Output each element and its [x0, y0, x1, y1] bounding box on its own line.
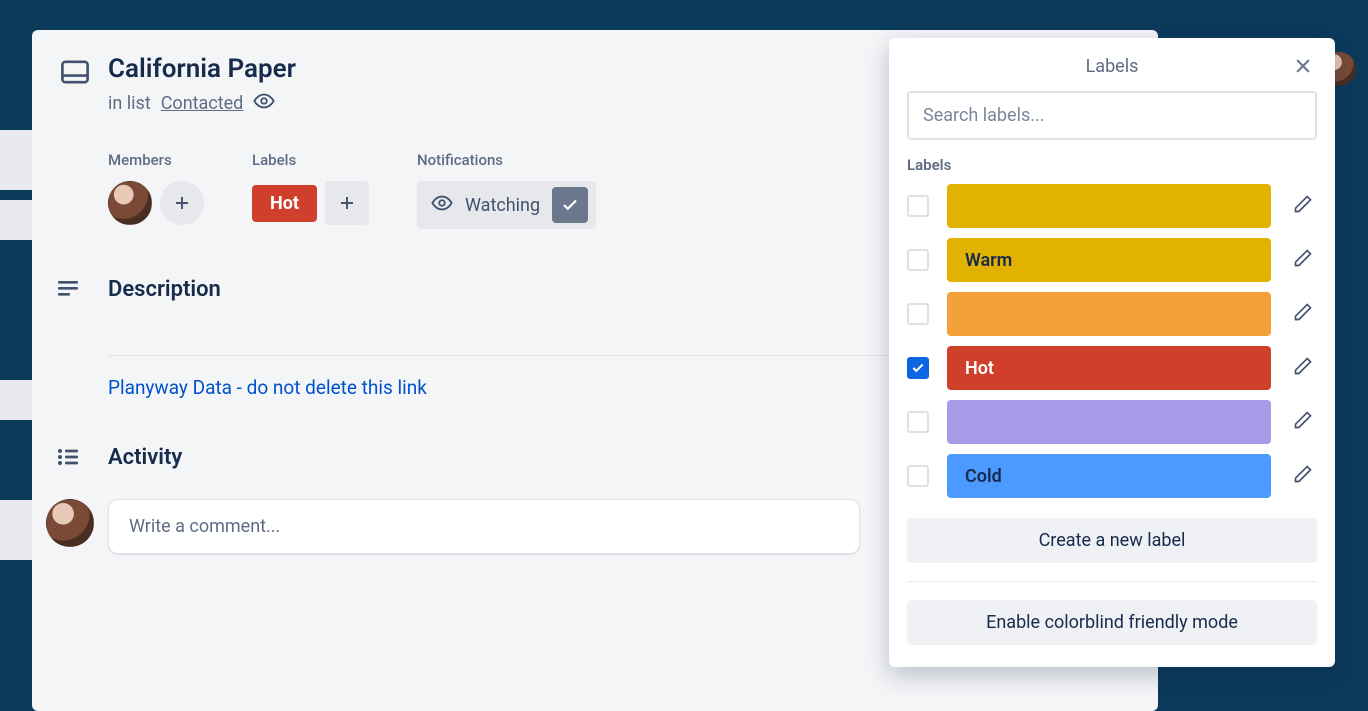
- label-row: [907, 184, 1317, 228]
- labels-section-label: Labels: [907, 156, 1317, 174]
- pencil-icon[interactable]: [1289, 406, 1317, 438]
- card-subtitle: in list Contacted: [108, 90, 296, 117]
- notifications-block: Notifications Watching: [417, 151, 596, 229]
- label-checkbox[interactable]: [907, 465, 929, 487]
- background-strip: [0, 130, 32, 190]
- watching-toggle[interactable]: Watching: [417, 181, 596, 229]
- pencil-icon[interactable]: [1289, 298, 1317, 330]
- member-avatar[interactable]: [108, 181, 152, 225]
- description-heading: Description: [108, 277, 221, 302]
- eye-icon: [431, 192, 453, 219]
- label-chip-hot[interactable]: Hot: [252, 185, 317, 222]
- add-member-button[interactable]: [160, 181, 204, 225]
- background-strip: [0, 500, 32, 560]
- labels-search-input[interactable]: [907, 91, 1317, 140]
- comment-input[interactable]: Write a comment...: [108, 499, 860, 554]
- label-row: [907, 292, 1317, 336]
- pencil-icon[interactable]: [1289, 190, 1317, 222]
- label-color-bar[interactable]: Cold: [947, 454, 1271, 498]
- card-icon: [60, 60, 90, 88]
- watching-eye-icon: [253, 90, 275, 117]
- label-checkbox[interactable]: [907, 357, 929, 379]
- label-row: Warm: [907, 238, 1317, 282]
- labels-block: Labels Hot: [252, 151, 369, 229]
- description-icon: [46, 277, 90, 301]
- watching-text: Watching: [465, 195, 540, 216]
- label-color-bar[interactable]: [947, 184, 1271, 228]
- label-row: Hot: [907, 346, 1317, 390]
- labels-list: Warm Hot Cold: [907, 184, 1317, 498]
- members-block: Members: [108, 151, 204, 229]
- notifications-label: Notifications: [417, 151, 596, 169]
- labels-label: Labels: [252, 151, 369, 169]
- activity-icon: [46, 445, 90, 469]
- pencil-icon[interactable]: [1289, 460, 1317, 492]
- label-color-bar[interactable]: Hot: [947, 346, 1271, 390]
- label-checkbox[interactable]: [907, 195, 929, 217]
- background-strip: [0, 200, 32, 240]
- members-label: Members: [108, 151, 204, 169]
- add-label-button[interactable]: [325, 181, 369, 225]
- colorblind-mode-button[interactable]: Enable colorblind friendly mode: [907, 600, 1317, 645]
- watching-checked-icon: [552, 187, 588, 223]
- close-icon[interactable]: [1289, 52, 1317, 84]
- label-row: Cold: [907, 454, 1317, 498]
- pencil-icon[interactable]: [1289, 352, 1317, 384]
- in-list-prefix: in list: [108, 93, 151, 114]
- activity-heading: Activity: [108, 445, 182, 470]
- card-title[interactable]: California Paper: [108, 54, 296, 84]
- label-color-bar[interactable]: [947, 400, 1271, 444]
- label-row: [907, 400, 1317, 444]
- popover-divider: [907, 581, 1317, 582]
- label-color-bar[interactable]: Warm: [947, 238, 1271, 282]
- label-color-bar[interactable]: [947, 292, 1271, 336]
- label-checkbox[interactable]: [907, 303, 929, 325]
- comment-avatar: [46, 499, 94, 547]
- label-checkbox[interactable]: [907, 411, 929, 433]
- labels-popover: Labels Labels Warm Hot Cold Create a new l…: [889, 38, 1335, 667]
- create-label-button[interactable]: Create a new label: [907, 518, 1317, 563]
- label-checkbox[interactable]: [907, 249, 929, 271]
- labels-popover-title: Labels: [1086, 56, 1139, 77]
- list-name-link[interactable]: Contacted: [161, 93, 244, 114]
- background-strip: [0, 380, 32, 420]
- pencil-icon[interactable]: [1289, 244, 1317, 276]
